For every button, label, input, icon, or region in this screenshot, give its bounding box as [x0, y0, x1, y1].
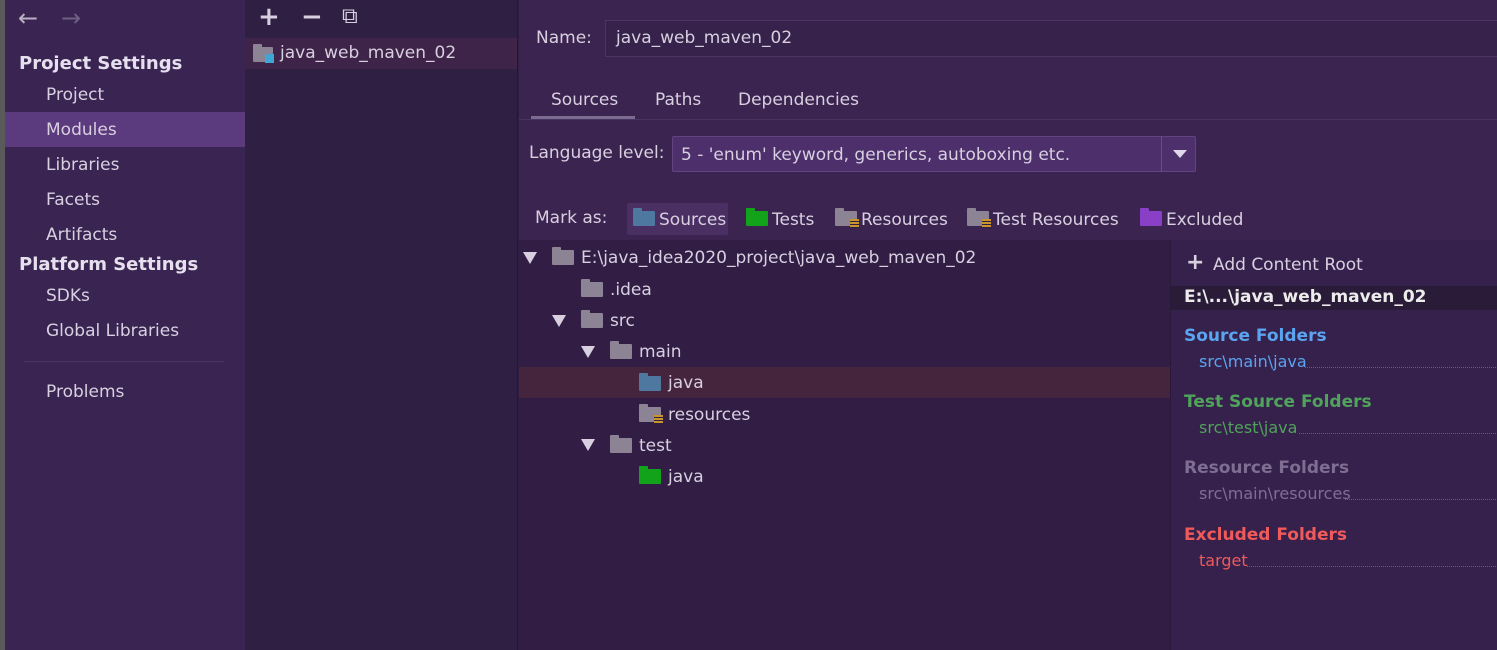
- project-settings-heading: Project Settings: [19, 53, 183, 74]
- mark-tests-button[interactable]: Tests: [746, 208, 815, 230]
- nav-divider: [24, 361, 224, 362]
- platform-settings-heading: Platform Settings: [19, 254, 199, 275]
- nav-item-artifacts[interactable]: Artifacts: [46, 225, 117, 245]
- content-root-title: E:\...\java_web_maven_02: [1184, 287, 1427, 307]
- forward-arrow-icon[interactable]: →: [61, 4, 81, 32]
- excluded-folders-heading: Excluded Folders: [1184, 525, 1348, 545]
- resource-folders-heading: Resource Folders: [1184, 458, 1350, 478]
- dotted-leader: [1299, 433, 1497, 434]
- tab-dependencies[interactable]: Dependencies: [738, 90, 859, 110]
- name-field[interactable]: java_web_maven_02: [605, 20, 1497, 57]
- copy-icon[interactable]: ⧉: [342, 4, 358, 29]
- excluded-folder-icon: [1140, 208, 1162, 226]
- tree-root-node[interactable]: E:\java_idea2020_project\java_web_maven_…: [581, 248, 976, 268]
- language-level-label: Language level:: [529, 143, 665, 163]
- language-level-value: 5 - 'enum' keyword, generics, autoboxing…: [681, 145, 1071, 165]
- dotted-leader: [1305, 367, 1497, 368]
- tests-folder-icon: [639, 466, 665, 488]
- expand-test-icon[interactable]: [581, 439, 595, 451]
- test-resources-folder-icon: [967, 208, 991, 228]
- tree-node-test-java[interactable]: java: [668, 467, 704, 487]
- mark-excluded-label: Excluded: [1166, 210, 1244, 230]
- mark-excluded-button[interactable]: Excluded: [1140, 208, 1244, 230]
- content-roots-panel: + Add Content Root E:\...\java_web_maven…: [1170, 240, 1497, 650]
- tree-node-test[interactable]: test: [639, 436, 672, 456]
- folder-icon: [610, 435, 636, 457]
- module-folder-icon: [253, 44, 277, 66]
- mark-as-label: Mark as:: [535, 208, 608, 228]
- resource-folder-item[interactable]: src\main\resources: [1199, 484, 1351, 503]
- expand-main-icon[interactable]: [581, 346, 595, 358]
- tree-node-resources[interactable]: resources: [668, 405, 750, 425]
- module-row[interactable]: java_web_maven_02: [245, 38, 517, 69]
- sources-folder-icon: [633, 208, 655, 226]
- back-arrow-icon[interactable]: ←: [18, 4, 38, 32]
- plus-icon[interactable]: +: [1186, 250, 1204, 275]
- sources-folder-icon: [639, 373, 665, 395]
- nav-item-problems[interactable]: Problems: [46, 382, 124, 402]
- expand-root-icon[interactable]: [523, 252, 537, 264]
- tree-node-idea[interactable]: .idea: [610, 280, 652, 300]
- dotted-leader: [1247, 566, 1497, 567]
- module-name: java_web_maven_02: [280, 43, 457, 63]
- mark-resources-label: Resources: [861, 210, 948, 230]
- folder-icon: [610, 341, 636, 363]
- mark-tests-label: Tests: [772, 210, 815, 230]
- language-level-select[interactable]: 5 - 'enum' keyword, generics, autoboxing…: [672, 136, 1196, 172]
- add-icon[interactable]: +: [258, 2, 280, 32]
- tab-paths[interactable]: Paths: [655, 90, 701, 110]
- mark-test-resources-button[interactable]: Test Resources: [967, 208, 1119, 230]
- chevron-down-icon[interactable]: [1161, 136, 1197, 172]
- test-source-folder-item[interactable]: src\test\java: [1199, 418, 1297, 437]
- nav-item-global-libraries[interactable]: Global Libraries: [46, 321, 179, 341]
- tests-folder-icon: [746, 208, 768, 226]
- name-label: Name:: [536, 28, 592, 48]
- nav-item-sdks[interactable]: SDKs: [46, 286, 90, 306]
- modules-panel: + − ⧉ java_web_maven_02: [245, 0, 518, 650]
- name-field-value: java_web_maven_02: [616, 28, 793, 48]
- excluded-folder-item[interactable]: target: [1199, 551, 1248, 570]
- folder-tree: E:\java_idea2020_project\java_web_maven_…: [519, 240, 1170, 650]
- module-editor: Name: java_web_maven_02 Sources Paths De…: [519, 0, 1497, 650]
- window-edge: [0, 0, 5, 650]
- settings-nav: ← → Project Settings Project Modules Lib…: [0, 0, 245, 650]
- resources-folder-icon: [639, 404, 665, 426]
- folder-icon: [581, 279, 607, 301]
- tree-node-main-java[interactable]: java: [668, 373, 704, 393]
- dotted-leader: [1345, 499, 1497, 500]
- expand-src-icon[interactable]: [552, 315, 566, 327]
- folder-icon: [552, 247, 578, 269]
- mark-sources-button[interactable]: Sources: [633, 208, 727, 230]
- nav-selection-highlight: [5, 112, 245, 147]
- resources-folder-icon: [835, 208, 859, 228]
- nav-item-modules[interactable]: Modules: [46, 120, 117, 140]
- mark-resources-button[interactable]: Resources: [835, 208, 948, 230]
- nav-item-facets[interactable]: Facets: [46, 190, 100, 210]
- nav-item-project[interactable]: Project: [46, 85, 104, 105]
- source-folder-item[interactable]: src\main\java: [1199, 352, 1307, 371]
- tree-node-src[interactable]: src: [610, 311, 635, 331]
- tab-sources[interactable]: Sources: [551, 90, 618, 110]
- mark-test-resources-label: Test Resources: [993, 210, 1119, 230]
- mark-sources-label: Sources: [659, 210, 727, 230]
- remove-icon[interactable]: −: [301, 2, 323, 32]
- add-content-root-button[interactable]: Add Content Root: [1213, 255, 1363, 275]
- folder-icon: [581, 310, 607, 332]
- test-source-folders-heading: Test Source Folders: [1184, 392, 1372, 412]
- tabs-divider: [519, 119, 1497, 120]
- source-folders-heading: Source Folders: [1184, 326, 1327, 346]
- nav-item-libraries[interactable]: Libraries: [46, 155, 119, 175]
- tree-selected-row: [519, 367, 1170, 398]
- tree-node-main[interactable]: main: [639, 342, 681, 362]
